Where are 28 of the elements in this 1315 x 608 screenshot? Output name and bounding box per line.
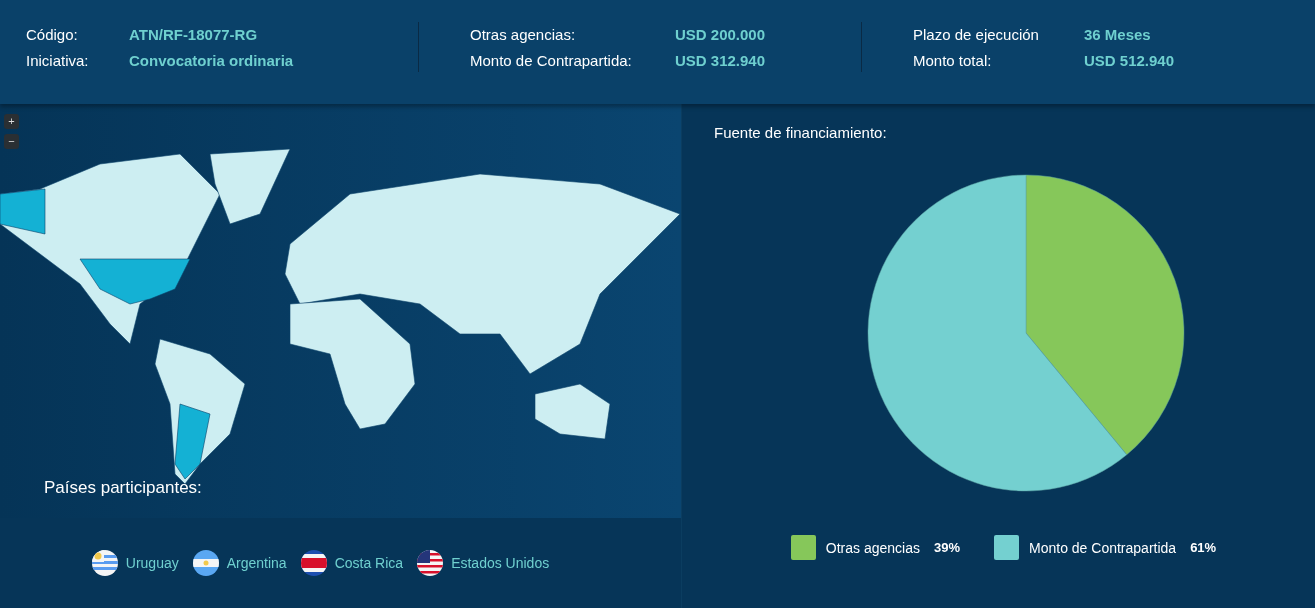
chart-title: Fuente de financiamiento: <box>714 124 888 141</box>
zoom-out-button[interactable]: − <box>4 134 19 149</box>
field-value: USD 312.940 <box>675 50 767 70</box>
legend-label: Otras agencias <box>825 539 920 556</box>
flag-icon <box>192 550 219 576</box>
field-value: ATN/RF-18077-RG <box>129 24 259 44</box>
field-label: Otras agencias: <box>470 24 577 44</box>
flag-icon <box>417 550 444 576</box>
participants-title: Países participantes: <box>44 478 202 498</box>
field-label: Iniciativa: <box>26 50 90 70</box>
legend-percent: 39% <box>934 540 961 555</box>
legend-percent: 61% <box>1190 540 1217 555</box>
field-label: Plazo de ejecución <box>913 24 1040 44</box>
country-name: Costa Rica <box>334 555 404 571</box>
flag-icon <box>91 550 118 576</box>
field-value: 36 Meses <box>1084 24 1152 44</box>
field-label: Monto total: <box>913 50 993 70</box>
flag-icon <box>300 550 327 576</box>
field-value: Convocatoria ordinaria <box>129 50 295 70</box>
zoom-in-button[interactable]: + <box>4 114 19 129</box>
field-value: USD 512.940 <box>1084 50 1176 70</box>
country-name: Argentina <box>226 555 287 571</box>
field-label: Código: <box>26 24 79 44</box>
legend-label: Monto de Contrapartida <box>1029 539 1177 556</box>
country-name: Uruguay <box>125 555 179 571</box>
field-value: USD 200.000 <box>675 24 767 44</box>
country-name: Estados Unidos <box>451 555 550 571</box>
field-label: Monto de Contrapartida: <box>470 50 633 70</box>
